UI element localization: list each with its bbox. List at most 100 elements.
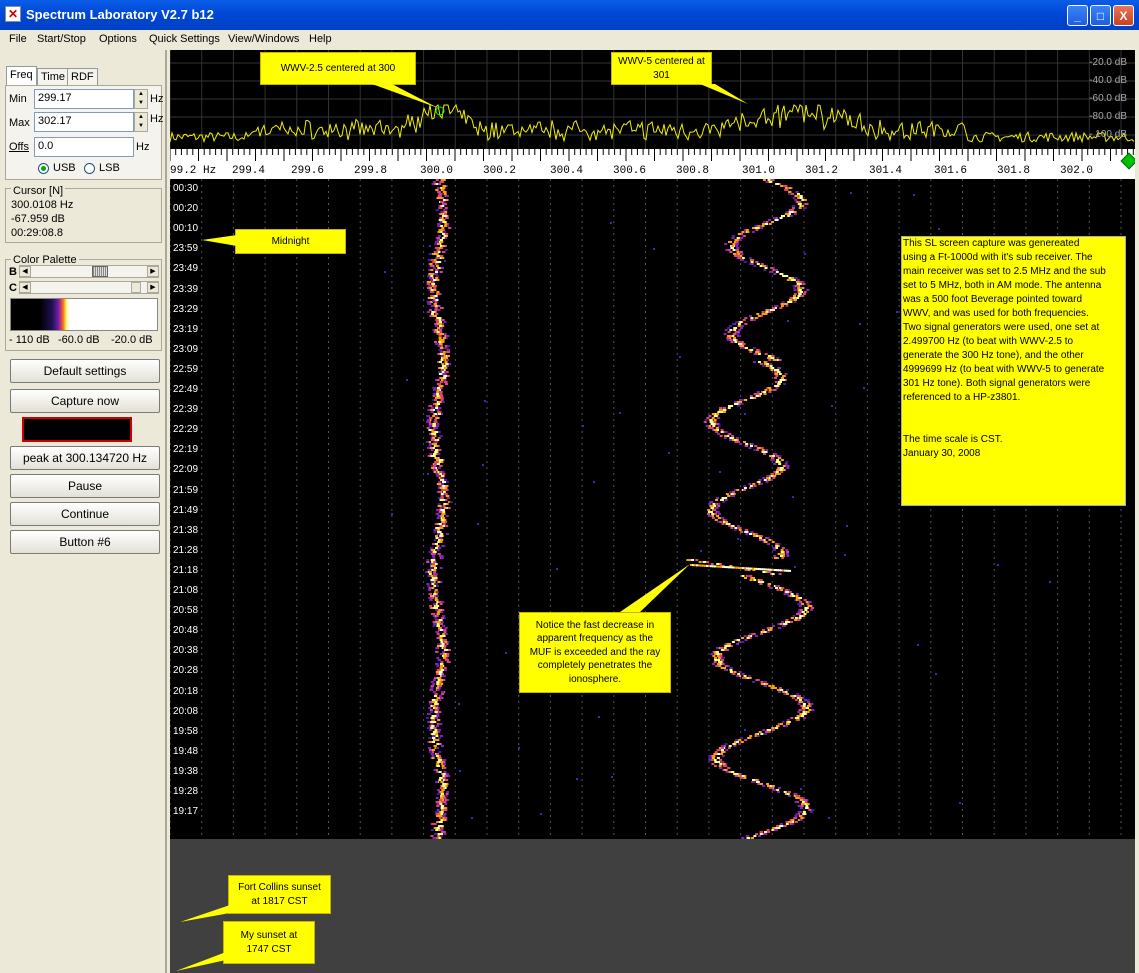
note-line: The time scale is CST. [903,434,1003,445]
db-label-20: -20.0 dB [1089,57,1127,68]
note-line [903,405,1125,419]
brightness-slider-thumb[interactable] [91,266,108,277]
contrast-label: C [9,282,17,294]
note-line: 4999699 Hz (to beat with WWV-5 to genera… [903,364,1105,375]
app-icon[interactable] [5,6,21,22]
description-note: This SL screen capture was genereated us… [901,236,1126,506]
freq-tick-label: 301.8 [997,165,1031,177]
time-label: 22:49 [173,384,199,395]
menu-help[interactable]: Help [309,33,332,45]
palette-scale-min: - 110 dB [9,334,50,346]
min-freq-input[interactable]: 299.17 [34,89,134,109]
freq-tick-label: 301.0 [742,165,776,177]
offs-link[interactable]: Offs [9,141,29,153]
pause-button[interactable]: Pause [10,474,160,498]
brightness-slider[interactable]: ◀ ▶ [19,265,159,278]
time-label: 22:19 [173,444,199,456]
time-label: 20:48 [173,625,199,637]
freq-tick-label: 299.8 [354,165,388,177]
db-label-80: -80.0 dB [1089,111,1127,122]
offset-input[interactable]: 0.0 [34,137,134,157]
fort-collins-line: Fort Collins sunset [238,882,321,893]
peak-button[interactable]: peak at 300.134720 Hz [10,446,160,470]
menu-start-stop[interactable]: Start/Stop [37,33,86,45]
tab-rdf[interactable]: RDF [67,68,98,86]
default-settings-button[interactable]: Default settings [10,359,160,383]
note-line: generate the 300 Hz tone), and the other [903,350,1084,361]
contrast-right-arrow[interactable]: ▶ [147,282,159,293]
menu-bar: File Start/Stop Options Quick Settings V… [0,30,1139,50]
time-label: 23:39 [173,283,199,295]
notice-line: apparent frequency as the [536,633,654,645]
maximize-button[interactable]: □ [1090,5,1111,26]
note-line: 301 Hz tone). Both signal generators wer… [903,378,1091,389]
callout-wwv-2-5: WWV-2.5 centered at 300 [260,52,416,85]
time-label: 21:18 [173,564,199,576]
time-label: 23:09 [173,343,199,355]
capture-now-button[interactable]: Capture now [10,389,160,413]
freq-tick-label: 300.4 [550,165,584,177]
max-freq-input[interactable]: 302.17 [34,112,134,132]
my-sunset-line: 1747 CST [246,943,292,955]
time-label: 23:59 [173,243,199,255]
time-label: 23:49 [173,263,199,275]
continue-button[interactable]: Continue [10,502,160,526]
note-line: This SL screen capture was genereated [903,238,1080,249]
tab-freq[interactable]: Freq [6,66,37,86]
min-unit: Hz [150,93,164,105]
menu-file[interactable]: File [9,33,27,45]
offset-unit: Hz [136,141,150,153]
freq-tick-label: 302.0 [1060,165,1094,177]
min-label: Min [9,93,27,105]
title-bar: Spectrum Laboratory V2.7 b12 _ □ X [0,0,1139,30]
callout-wwv-5: WWV-5 centered at 301 [611,52,712,85]
close-button[interactable]: X [1113,5,1134,26]
time-label: 00:30 [173,183,199,194]
brightness-right-arrow[interactable]: ▶ [147,266,159,277]
brightness-label: B [9,266,17,278]
time-label: 19:17 [173,806,199,818]
freq-tick-label: 300.8 [676,165,710,177]
frequency-axis[interactable]: 99.2 Hz 299.4 299.6 299.8 300.0 300.2 30… [170,149,1135,179]
contrast-slider-thumb[interactable] [130,282,141,293]
brightness-left-arrow[interactable]: ◀ [19,266,31,277]
notice-line: MUF is exceeded and the ray [529,646,661,658]
menu-options[interactable]: Options [99,33,137,45]
tab-time[interactable]: Time [37,68,70,86]
notice-line: Notice the fast decrease in [535,619,655,631]
button-6[interactable]: Button #6 [10,530,160,554]
usb-radio[interactable] [38,163,49,174]
color-palette-panel: Color Palette B ◀ ▶ C ◀ ▶ - 110 dB -60.0… [5,254,162,351]
lsb-radio[interactable] [84,163,95,174]
callout-muf-notice: Notice the fast decrease in apparent fre… [519,612,671,693]
freq-settings-panel: Min 299.17 ▲ ▼ Hz Max 302.17 ▲ ▼ Hz Offs 0… [5,85,164,180]
time-label: 22:59 [173,363,199,375]
time-label: 22:39 [173,404,199,416]
menu-quick-settings[interactable]: Quick Settings [149,33,220,45]
max-freq-spinner[interactable]: ▲ ▼ [134,112,148,132]
lsb-label: LSB [99,162,120,174]
note-line [903,419,1125,433]
note-line: set to 5 MHz, both in AM mode. The anten… [903,280,1102,291]
time-label: 19:58 [173,725,199,737]
note-line: was a 500 foot Beverage pointed toward [903,294,1083,305]
freq-tick-label: 300.2 [483,165,517,177]
contrast-slider[interactable]: ◀ ▶ [19,281,159,294]
cursor-frequency: 300.0108 Hz [11,199,74,211]
fort-collins-line: at 1817 CST [251,895,308,907]
menu-view-windows[interactable]: View/Windows [228,33,299,45]
note-line: referenced to a HP-z3801. [903,392,1021,403]
min-freq-spinner[interactable]: ▲ ▼ [134,89,148,109]
left-control-panel: Freq Time RDF Min 299.17 ▲ ▼ Hz Max 302.1… [0,50,167,973]
time-label: 22:09 [173,464,199,476]
callout-my-sunset: My sunset at 1747 CST [223,921,315,964]
my-sunset-line: My sunset at [240,930,298,941]
max-unit: Hz [150,113,164,125]
time-label: 21:38 [173,524,199,536]
time-label: 22:29 [173,424,199,436]
minimize-button[interactable]: _ [1067,5,1088,26]
time-label: 00:20 [173,203,199,215]
contrast-left-arrow[interactable]: ◀ [19,282,31,293]
note-line: January 30, 2008 [903,448,981,459]
cursor-time: 00:29:08.8 [11,227,63,239]
